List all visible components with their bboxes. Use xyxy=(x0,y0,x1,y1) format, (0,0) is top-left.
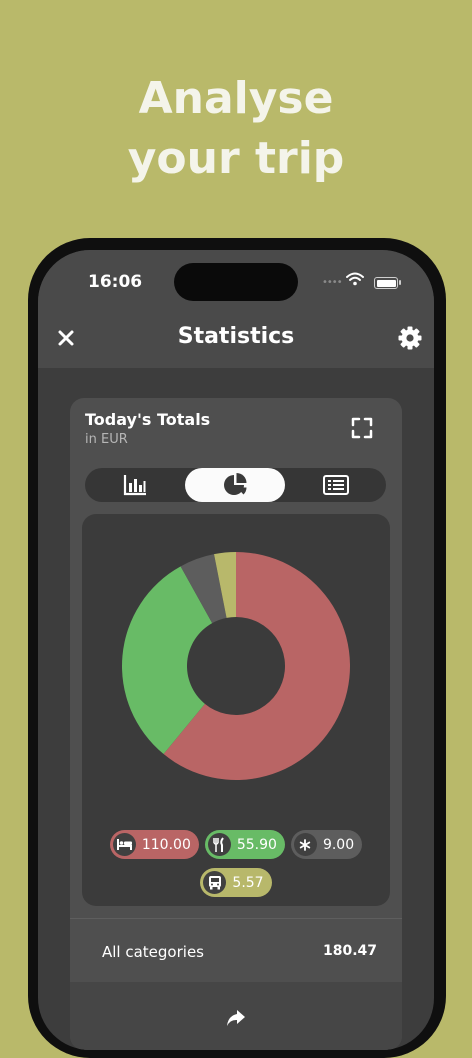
dynamic-island xyxy=(174,263,298,301)
signal-icon: •••• xyxy=(322,277,343,288)
legend-value: 5.57 xyxy=(232,874,264,891)
chart-legend: 110.00 55.90 9.00 5.57 xyxy=(82,830,390,906)
totals-card: Today's Totals in EUR 110.00 55.90 9.00 … xyxy=(70,398,402,1050)
legend-accommodation[interactable]: 110.00 xyxy=(109,830,199,859)
battery-tip xyxy=(399,280,401,285)
legend-value: 55.90 xyxy=(236,836,277,853)
tab-bar-chart[interactable] xyxy=(85,468,185,502)
list-icon xyxy=(323,475,349,495)
summary-row[interactable]: All categories 180.47 xyxy=(70,919,402,981)
bus-icon xyxy=(208,876,221,890)
page-title: Statistics xyxy=(177,324,295,349)
tab-pie-chart[interactable] xyxy=(185,468,285,502)
legend-transport[interactable]: 5.57 xyxy=(200,868,272,897)
pie-chart-icon xyxy=(224,473,247,495)
legend-value: 110.00 xyxy=(141,836,191,853)
status-bar: 16:06 •••• xyxy=(38,250,434,310)
asterisk-icon xyxy=(300,838,311,851)
nav-bar: Statistics xyxy=(38,310,434,368)
legend-value: 9.00 xyxy=(322,836,355,853)
status-time: 16:06 xyxy=(88,272,143,292)
gear-icon[interactable] xyxy=(396,324,424,352)
promo-headline-line2: your trip xyxy=(127,133,345,184)
share-bar xyxy=(70,982,402,1050)
fullscreen-icon[interactable] xyxy=(350,416,374,440)
expense-donut-chart xyxy=(122,552,350,780)
wifi-icon xyxy=(346,272,364,286)
promo-headline-line1: Analyse xyxy=(138,73,334,124)
tab-list[interactable] xyxy=(286,468,386,502)
chart-panel: 110.00 55.90 9.00 5.57 xyxy=(82,514,390,906)
card-title: Today's Totals xyxy=(85,410,211,429)
app-screen: 16:06 •••• Statistics Today's Totals in … xyxy=(38,250,434,1050)
fork-knife-icon xyxy=(213,837,225,852)
view-switcher xyxy=(85,468,386,502)
bed-icon xyxy=(116,839,132,850)
legend-other[interactable]: 9.00 xyxy=(290,830,363,859)
summary-label: All categories xyxy=(102,943,204,961)
legend-food[interactable]: 55.90 xyxy=(204,830,285,859)
summary-total: 180.47 xyxy=(323,943,378,959)
card-currency: in EUR xyxy=(85,432,128,447)
battery-icon xyxy=(374,277,398,289)
share-icon[interactable] xyxy=(224,1006,248,1030)
bar-chart-icon xyxy=(123,475,146,496)
